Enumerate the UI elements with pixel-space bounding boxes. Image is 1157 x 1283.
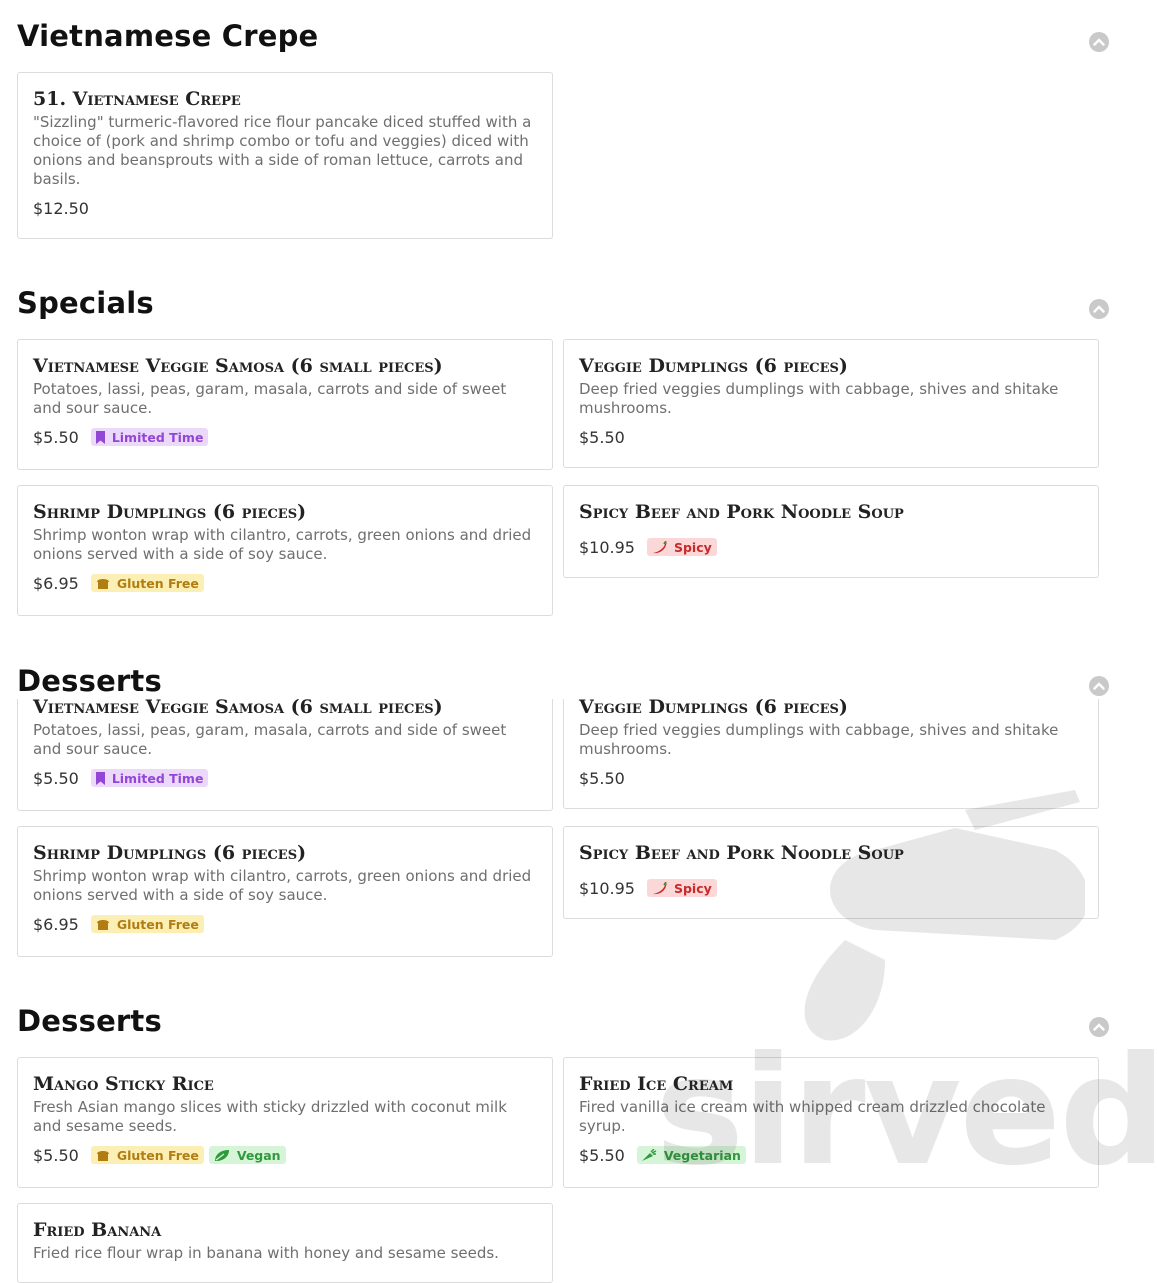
section-title: Specials — [17, 286, 154, 320]
item-price: $5.50 — [33, 427, 79, 447]
item-description: Fresh Asian mango slices with sticky dri… — [33, 1098, 507, 1135]
item-name: Shrimp Dumplings (6 pieces) — [33, 501, 307, 523]
item-price: $6.95 — [33, 914, 79, 934]
badge-label: Vegetarian — [663, 1147, 741, 1163]
menu-item-card[interactable]: Mango Sticky Rice Fresh Asian mango slic… — [17, 1057, 553, 1188]
item-name: Fried Banana — [33, 1219, 162, 1241]
badge-label: Spicy — [673, 880, 712, 896]
menu-item-card[interactable]: Vietnamese Veggie Samosa (6 small pieces… — [17, 339, 553, 470]
item-name: 51. Vietnamese Crepe — [33, 88, 241, 110]
menu-item-card[interactable]: Shrimp Dumplings (6 pieces) Shrimp wonto… — [17, 485, 553, 616]
item-description: Potatoes, lassi, peas, garam, masala, ca… — [33, 380, 507, 417]
item-price: $5.50 — [579, 768, 625, 788]
chevron-up-icon — [1093, 1023, 1105, 1031]
item-price: $6.95 — [33, 573, 79, 593]
badge-label: Spicy — [673, 539, 712, 555]
menu-item-card[interactable]: Spicy Beef and Pork Noodle Soup $10.95 S… — [563, 485, 1099, 578]
gluten-free-badge: Gluten Free — [90, 1146, 204, 1164]
menu-item-card[interactable]: Veggie Dumplings (6 pieces) Deep fried v… — [563, 339, 1099, 468]
item-name: Mango Sticky Rice — [33, 1073, 214, 1095]
item-name: Shrimp Dumplings (6 pieces) — [33, 842, 307, 864]
item-description: Fired vanilla ice cream with whipped cre… — [579, 1098, 1046, 1135]
spicy-badge: Spicy — [646, 538, 717, 556]
menu-item-card[interactable]: Vietnamese Veggie Samosa (6 small pieces… — [17, 680, 553, 811]
carrot-icon — [641, 1148, 657, 1161]
item-price: $10.95 — [579, 878, 635, 898]
bread-icon — [96, 919, 109, 930]
badge-label: Gluten Free — [116, 1147, 199, 1163]
collapse-section-button[interactable] — [1089, 676, 1109, 696]
bookmark-icon — [95, 430, 105, 444]
collapse-section-button[interactable] — [1089, 32, 1109, 52]
item-description: Deep fried veggies dumplings with cabbag… — [579, 721, 1059, 758]
item-price: $5.50 — [579, 1145, 625, 1165]
badge-label: Limited Time — [111, 770, 204, 786]
limited-time-badge: Limited Time — [90, 769, 209, 787]
gluten-free-badge: Gluten Free — [90, 915, 204, 933]
item-description: "Sizzling" turmeric-flavored rice flour … — [33, 113, 532, 188]
section-title: Desserts — [17, 1004, 162, 1038]
badge-label: Limited Time — [111, 429, 204, 445]
item-price: $5.50 — [579, 427, 625, 447]
chili-pepper-icon — [652, 881, 667, 894]
bread-icon — [96, 578, 109, 589]
item-description: Potatoes, lassi, peas, garam, masala, ca… — [33, 721, 507, 758]
collapse-section-button[interactable] — [1089, 1017, 1109, 1037]
section-header-mask — [0, 660, 1157, 699]
badge-label: Gluten Free — [116, 575, 199, 591]
badge-label: Gluten Free — [116, 916, 199, 932]
item-description: Deep fried veggies dumplings with cabbag… — [579, 380, 1059, 417]
item-name: Spicy Beef and Pork Noodle Soup — [579, 842, 904, 864]
item-price: $5.50 — [33, 1145, 79, 1165]
item-name: Vietnamese Veggie Samosa (6 small pieces… — [33, 355, 443, 377]
item-description: Shrimp wonton wrap with cilantro, carrot… — [33, 526, 532, 563]
vegan-badge: Vegan — [208, 1146, 286, 1164]
menu-item-card[interactable]: Veggie Dumplings (6 pieces) Deep fried v… — [563, 680, 1099, 809]
menu-item-card[interactable]: 51. Vietnamese Crepe "Sizzling" turmeric… — [17, 72, 553, 239]
item-name: Veggie Dumplings (6 pieces) — [579, 355, 848, 377]
leaf-icon — [214, 1149, 229, 1161]
chevron-up-icon — [1093, 682, 1105, 690]
item-price: $10.95 — [579, 537, 635, 557]
menu-item-card[interactable]: Spicy Beef and Pork Noodle Soup $10.95 S… — [563, 826, 1099, 919]
section-title: Desserts — [17, 662, 170, 698]
item-name: Spicy Beef and Pork Noodle Soup — [579, 501, 904, 523]
spicy-badge: Spicy — [646, 879, 717, 897]
badge-label: Vegan — [236, 1147, 281, 1163]
collapse-section-button[interactable] — [1089, 299, 1109, 319]
section-title: Vietnamese Crepe — [17, 19, 319, 53]
item-description: Shrimp wonton wrap with cilantro, carrot… — [33, 867, 532, 904]
bread-icon — [96, 1150, 109, 1161]
menu-item-card[interactable]: Fried Banana Fried rice flour wrap in ba… — [17, 1203, 553, 1283]
limited-time-badge: Limited Time — [90, 428, 209, 446]
item-price: $5.50 — [33, 768, 79, 788]
vegetarian-badge: Vegetarian — [636, 1146, 746, 1164]
item-description: Fried rice flour wrap in banana with hon… — [33, 1244, 499, 1262]
gluten-free-badge: Gluten Free — [90, 574, 204, 592]
chili-pepper-icon — [652, 540, 667, 553]
chevron-up-icon — [1093, 38, 1105, 46]
bookmark-icon — [95, 771, 105, 785]
chevron-up-icon — [1093, 305, 1105, 313]
menu-item-card[interactable]: Shrimp Dumplings (6 pieces) Shrimp wonto… — [17, 826, 553, 957]
item-price: $12.50 — [33, 198, 89, 218]
menu-item-card[interactable]: Fried Ice Cream Fired vanilla ice cream … — [563, 1057, 1099, 1188]
item-name: Fried Ice Cream — [579, 1073, 734, 1095]
